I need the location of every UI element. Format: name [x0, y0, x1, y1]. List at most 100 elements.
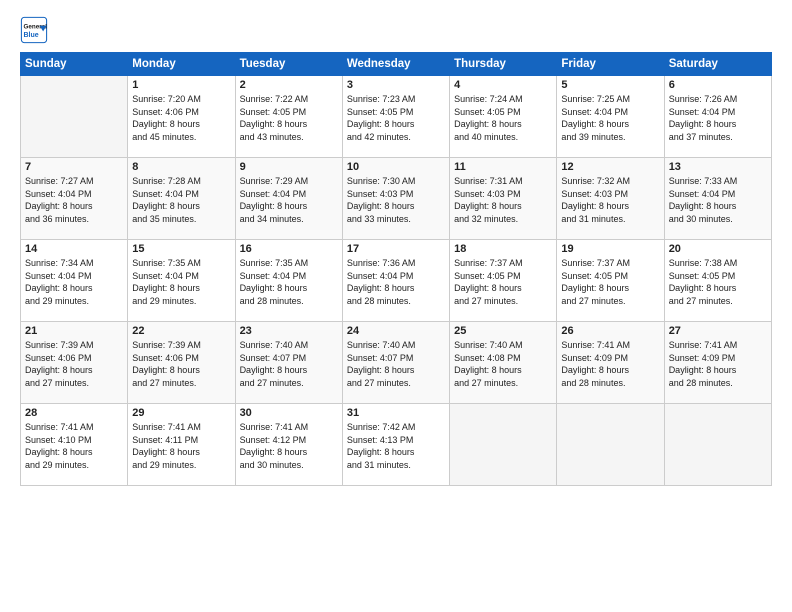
day-number: 28: [25, 407, 123, 419]
day-number: 25: [454, 325, 552, 337]
calendar-cell: 4 Sunrise: 7:24 AM Sunset: 4:05 PM Daylig…: [450, 76, 557, 158]
logo: General Blue: [20, 16, 48, 44]
day-number: 26: [561, 325, 659, 337]
calendar-cell: 26 Sunrise: 7:41 AM Sunset: 4:09 PM Dayli…: [557, 322, 664, 404]
weekday-header: Monday: [128, 53, 235, 76]
day-info: Sunrise: 7:30 AM Sunset: 4:03 PM Dayligh…: [347, 175, 445, 225]
calendar-cell: 30 Sunrise: 7:41 AM Sunset: 4:12 PM Dayli…: [235, 404, 342, 486]
day-number: 17: [347, 243, 445, 255]
weekday-header: Tuesday: [235, 53, 342, 76]
day-info: Sunrise: 7:36 AM Sunset: 4:04 PM Dayligh…: [347, 257, 445, 307]
calendar-week-row: 1Sunrise: 7:20 AM Sunset: 4:06 PM Daylig…: [21, 76, 772, 158]
day-info: Sunrise: 7:34 AM Sunset: 4:04 PM Dayligh…: [25, 257, 123, 307]
weekday-header: Saturday: [664, 53, 771, 76]
day-info: Sunrise: 7:37 AM Sunset: 4:05 PM Dayligh…: [454, 257, 552, 307]
day-info: Sunrise: 7:41 AM Sunset: 4:09 PM Dayligh…: [669, 339, 767, 389]
calendar-cell: 10Sunrise: 7:30 AM Sunset: 4:03 PM Dayli…: [342, 158, 449, 240]
calendar-week-row: 14Sunrise: 7:34 AM Sunset: 4:04 PM Dayli…: [21, 240, 772, 322]
day-number: 18: [454, 243, 552, 255]
calendar-body: 1Sunrise: 7:20 AM Sunset: 4:06 PM Daylig…: [21, 76, 772, 486]
day-number: 23: [240, 325, 338, 337]
day-info: Sunrise: 7:24 AM Sunset: 4:05 PM Dayligh…: [454, 93, 552, 143]
calendar-cell: 25 Sunrise: 7:40 AM Sunset: 4:08 PM Dayli…: [450, 322, 557, 404]
calendar-week-row: 28 Sunrise: 7:41 AM Sunset: 4:10 PM Dayli…: [21, 404, 772, 486]
calendar-cell: 12 Sunrise: 7:32 AM Sunset: 4:03 PM Dayli…: [557, 158, 664, 240]
calendar-cell: 13 Sunrise: 7:33 AM Sunset: 4:04 PM Dayli…: [664, 158, 771, 240]
day-number: 12: [561, 161, 659, 173]
calendar-cell: [557, 404, 664, 486]
calendar-cell: 1Sunrise: 7:20 AM Sunset: 4:06 PM Daylig…: [128, 76, 235, 158]
day-info: Sunrise: 7:41 AM Sunset: 4:10 PM Dayligh…: [25, 421, 123, 471]
day-info: Sunrise: 7:37 AM Sunset: 4:05 PM Dayligh…: [561, 257, 659, 307]
day-info: Sunrise: 7:33 AM Sunset: 4:04 PM Dayligh…: [669, 175, 767, 225]
calendar-cell: 7Sunrise: 7:27 AM Sunset: 4:04 PM Daylig…: [21, 158, 128, 240]
day-info: Sunrise: 7:41 AM Sunset: 4:09 PM Dayligh…: [561, 339, 659, 389]
day-info: Sunrise: 7:40 AM Sunset: 4:07 PM Dayligh…: [240, 339, 338, 389]
calendar-cell: 21 Sunrise: 7:39 AM Sunset: 4:06 PM Dayli…: [21, 322, 128, 404]
day-info: Sunrise: 7:39 AM Sunset: 4:06 PM Dayligh…: [25, 339, 123, 389]
calendar-cell: 14Sunrise: 7:34 AM Sunset: 4:04 PM Dayli…: [21, 240, 128, 322]
calendar-cell: 15 Sunrise: 7:35 AM Sunset: 4:04 PM Dayli…: [128, 240, 235, 322]
calendar-cell: 3Sunrise: 7:23 AM Sunset: 4:05 PM Daylig…: [342, 76, 449, 158]
day-number: 8: [132, 161, 230, 173]
calendar-cell: 20 Sunrise: 7:38 AM Sunset: 4:05 PM Dayli…: [664, 240, 771, 322]
calendar-cell: 16Sunrise: 7:35 AM Sunset: 4:04 PM Dayli…: [235, 240, 342, 322]
calendar-cell: 19 Sunrise: 7:37 AM Sunset: 4:05 PM Dayli…: [557, 240, 664, 322]
day-number: 20: [669, 243, 767, 255]
header: General Blue: [20, 16, 772, 44]
day-number: 9: [240, 161, 338, 173]
calendar-cell: 6 Sunrise: 7:26 AM Sunset: 4:04 PM Daylig…: [664, 76, 771, 158]
day-info: Sunrise: 7:31 AM Sunset: 4:03 PM Dayligh…: [454, 175, 552, 225]
day-number: 21: [25, 325, 123, 337]
calendar-cell: 9 Sunrise: 7:29 AM Sunset: 4:04 PM Daylig…: [235, 158, 342, 240]
day-number: 6: [669, 79, 767, 91]
calendar-cell: [21, 76, 128, 158]
day-info: Sunrise: 7:32 AM Sunset: 4:03 PM Dayligh…: [561, 175, 659, 225]
calendar-cell: 27 Sunrise: 7:41 AM Sunset: 4:09 PM Dayli…: [664, 322, 771, 404]
weekday-header: Thursday: [450, 53, 557, 76]
day-info: Sunrise: 7:26 AM Sunset: 4:04 PM Dayligh…: [669, 93, 767, 143]
day-number: 1: [132, 79, 230, 91]
day-info: Sunrise: 7:35 AM Sunset: 4:04 PM Dayligh…: [132, 257, 230, 307]
day-info: Sunrise: 7:29 AM Sunset: 4:04 PM Dayligh…: [240, 175, 338, 225]
day-number: 19: [561, 243, 659, 255]
day-info: Sunrise: 7:40 AM Sunset: 4:08 PM Dayligh…: [454, 339, 552, 389]
day-number: 24: [347, 325, 445, 337]
day-number: 3: [347, 79, 445, 91]
calendar-week-row: 21 Sunrise: 7:39 AM Sunset: 4:06 PM Dayli…: [21, 322, 772, 404]
svg-text:Blue: Blue: [24, 32, 39, 39]
weekday-header: Friday: [557, 53, 664, 76]
calendar-cell: 28 Sunrise: 7:41 AM Sunset: 4:10 PM Dayli…: [21, 404, 128, 486]
day-number: 31: [347, 407, 445, 419]
weekday-header: Sunday: [21, 53, 128, 76]
weekday-header: Wednesday: [342, 53, 449, 76]
logo-icon: General Blue: [20, 16, 48, 44]
day-info: Sunrise: 7:28 AM Sunset: 4:04 PM Dayligh…: [132, 175, 230, 225]
calendar-table: SundayMondayTuesdayWednesdayThursdayFrid…: [20, 52, 772, 486]
calendar-cell: 8 Sunrise: 7:28 AM Sunset: 4:04 PM Daylig…: [128, 158, 235, 240]
calendar-cell: 22 Sunrise: 7:39 AM Sunset: 4:06 PM Dayli…: [128, 322, 235, 404]
calendar-week-row: 7Sunrise: 7:27 AM Sunset: 4:04 PM Daylig…: [21, 158, 772, 240]
day-info: Sunrise: 7:41 AM Sunset: 4:11 PM Dayligh…: [132, 421, 230, 471]
calendar-header-row: SundayMondayTuesdayWednesdayThursdayFrid…: [21, 53, 772, 76]
day-number: 22: [132, 325, 230, 337]
calendar-cell: 31 Sunrise: 7:42 AM Sunset: 4:13 PM Dayli…: [342, 404, 449, 486]
calendar-cell: 17 Sunrise: 7:36 AM Sunset: 4:04 PM Dayli…: [342, 240, 449, 322]
day-number: 2: [240, 79, 338, 91]
day-number: 13: [669, 161, 767, 173]
day-number: 5: [561, 79, 659, 91]
day-number: 4: [454, 79, 552, 91]
day-info: Sunrise: 7:42 AM Sunset: 4:13 PM Dayligh…: [347, 421, 445, 471]
day-info: Sunrise: 7:25 AM Sunset: 4:04 PM Dayligh…: [561, 93, 659, 143]
calendar-cell: 18 Sunrise: 7:37 AM Sunset: 4:05 PM Dayli…: [450, 240, 557, 322]
day-number: 15: [132, 243, 230, 255]
day-number: 30: [240, 407, 338, 419]
day-number: 27: [669, 325, 767, 337]
calendar-cell: [450, 404, 557, 486]
day-number: 7: [25, 161, 123, 173]
day-info: Sunrise: 7:39 AM Sunset: 4:06 PM Dayligh…: [132, 339, 230, 389]
day-info: Sunrise: 7:41 AM Sunset: 4:12 PM Dayligh…: [240, 421, 338, 471]
page: General Blue SundayMondayTuesdayWednesda…: [0, 0, 792, 612]
day-info: Sunrise: 7:38 AM Sunset: 4:05 PM Dayligh…: [669, 257, 767, 307]
calendar-cell: 5 Sunrise: 7:25 AM Sunset: 4:04 PM Daylig…: [557, 76, 664, 158]
